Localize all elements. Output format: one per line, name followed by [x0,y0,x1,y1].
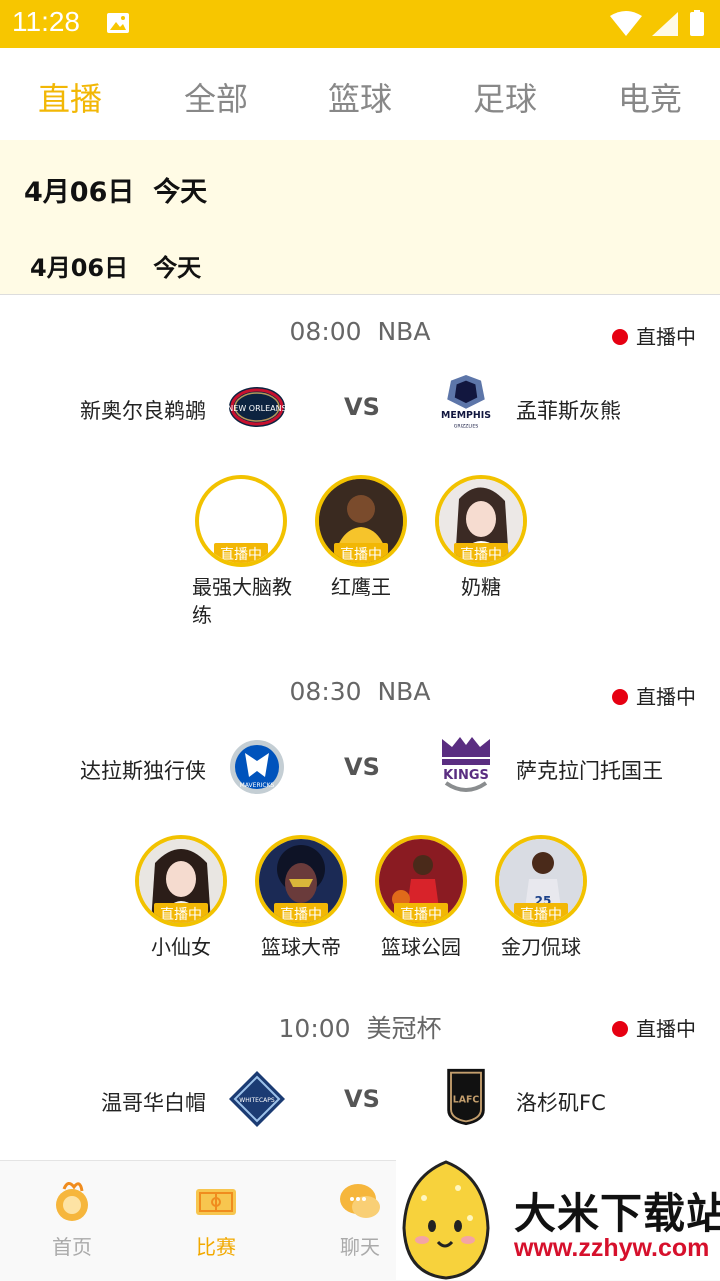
grizzlies-logo-icon: MEMPHIS GRIZZLIES [441,375,491,430]
watermark-overlay: 大米下载站 www.zzhyw.com [396,1158,720,1280]
live-status: 直播中 [612,321,696,350]
tab-basketball[interactable]: 篮球 [328,74,392,120]
away-team-name[interactable]: 萨克拉门托国王 [516,755,663,785]
match-card[interactable]: 08:00 NBA 直播中 新奥尔良鹈鹕 NEW ORLEANS VS MEMP… [0,295,720,656]
tab-all[interactable]: 全部 [184,74,248,120]
live-status-label: 直播中 [636,685,696,709]
streamer-item[interactable]: 直播中 最强大脑教练 [186,475,296,629]
date-header-day: 今天 [153,177,208,208]
date-header: 4月06日 今天 [0,140,720,235]
match-card[interactable]: 10:00 美冠杯 直播中 温哥华白帽 WHITECAPS VS LAFC 洛杉… [0,987,720,1160]
versus-label: VS [344,1085,380,1113]
match-league: NBA [377,677,431,706]
status-time: 11:28 [12,6,80,37]
streamer-avatar: 直播中 [255,835,347,927]
match-league: 美冠杯 [366,1014,442,1043]
live-dot-icon [612,1021,628,1037]
signal-battery-icons [610,10,704,36]
match-icon [196,1189,236,1215]
nav-chat-label: 聊天 [340,1235,380,1259]
streamer-avatar: 直播中 [435,475,527,567]
nav-home-label: 首页 [52,1235,92,1259]
svg-text:GRIZZLIES: GRIZZLIES [454,424,479,430]
streamer-name: 金刀侃球 [501,935,581,959]
live-status: 直播中 [612,1013,696,1042]
rice-mascot-icon [402,1160,490,1280]
match-card[interactable]: 08:30 NBA 直播中 达拉斯独行侠 MAVERICKS VS KINGS … [0,655,720,988]
nav-match-label: 比赛 [196,1235,236,1259]
live-badge: 直播中 [334,543,388,563]
match-time: 08:00 [289,317,362,346]
whitecaps-logo-icon: WHITECAPS [229,1071,285,1127]
kings-logo-icon: KINGS [442,737,490,792]
svg-text:MEMPHIS: MEMPHIS [441,410,491,421]
streamer-name: 红鹰王 [331,575,391,599]
svg-text:MAVERICKS: MAVERICKS [240,782,275,789]
live-badge: 直播中 [154,903,208,923]
live-badge: 直播中 [214,543,268,563]
watermark-url: www.zzhyw.com [514,1234,710,1262]
live-status-label: 直播中 [636,325,696,349]
streamer-avatar: 25 直播中 [495,835,587,927]
streamer-name: 奶糖 [461,575,501,599]
versus-label: VS [344,753,380,781]
live-badge: 直播中 [454,543,508,563]
date-subheader-day: 今天 [153,254,202,282]
svg-text:KINGS: KINGS [443,768,489,783]
live-status-label: 直播中 [636,1017,696,1041]
match-time: 08:30 [289,677,362,706]
svg-text:WHITECAPS: WHITECAPS [239,1097,275,1104]
svg-text:NEW ORLEANS: NEW ORLEANS [227,404,286,413]
streamer-name: 篮球大帝 [261,935,341,959]
date-header-date: 4月06日 [24,177,135,208]
streamer-avatar: 23 直播中 [315,475,407,567]
streamer-name: 篮球公园 [381,935,461,959]
home-icon [56,1182,88,1221]
streamer-item[interactable]: 直播中 奶糖 [426,475,536,601]
pelicans-logo-icon: NEW ORLEANS [227,387,287,427]
category-tabs: 直播 全部 篮球 足球 电竞 [0,48,720,141]
versus-label: VS [344,393,380,421]
mavericks-logo-icon: MAVERICKS [230,740,284,794]
svg-text:LAFC: LAFC [453,1095,480,1106]
lafc-logo-icon: LAFC [447,1068,485,1126]
streamer-avatar: 直播中 [375,835,467,927]
watermark-title: 大米下载站 [514,1189,720,1238]
streamer-item[interactable]: 直播中 小仙女 [126,835,236,961]
status-bar: 11:28 [0,0,720,48]
streamer-name: 小仙女 [151,935,211,959]
live-dot-icon [612,689,628,705]
image-notification-icon [107,13,129,33]
tab-live[interactable]: 直播 [38,74,102,120]
live-badge: 直播中 [514,903,568,923]
home-team-name[interactable]: 温哥华白帽 [101,1087,206,1117]
tab-esports[interactable]: 电竞 [618,74,682,120]
match-league: NBA [377,317,431,346]
chat-icon [340,1184,380,1218]
live-dot-icon [612,329,628,345]
nav-home[interactable]: 首页 [22,1179,122,1260]
home-team-name[interactable]: 达拉斯独行侠 [80,755,206,785]
live-badge: 直播中 [394,903,448,923]
home-team-name[interactable]: 新奥尔良鹈鹕 [80,395,206,425]
streamer-item[interactable]: 23 直播中 红鹰王 [306,475,416,601]
date-subheader: 4月06日 今天 [0,234,720,295]
streamer-avatar: 直播中 [195,475,287,567]
date-subheader-date: 4月06日 [30,254,129,282]
streamer-name: 最强大脑教练 [192,575,292,627]
live-status: 直播中 [612,681,696,710]
streamer-item[interactable]: 25 直播中 金刀侃球 [486,835,596,961]
streamer-item[interactable]: 直播中 篮球大帝 [246,835,356,961]
tab-football[interactable]: 足球 [473,74,537,120]
match-time: 10:00 [278,1014,351,1043]
away-team-name[interactable]: 洛杉矶FC [516,1087,606,1117]
nav-chat[interactable]: 聊天 [310,1179,410,1260]
nav-match[interactable]: 比赛 [166,1179,266,1260]
streamer-avatar: 直播中 [135,835,227,927]
away-team-name[interactable]: 孟菲斯灰熊 [516,395,621,425]
live-badge: 直播中 [274,903,328,923]
streamer-item[interactable]: 直播中 篮球公园 [366,835,476,961]
